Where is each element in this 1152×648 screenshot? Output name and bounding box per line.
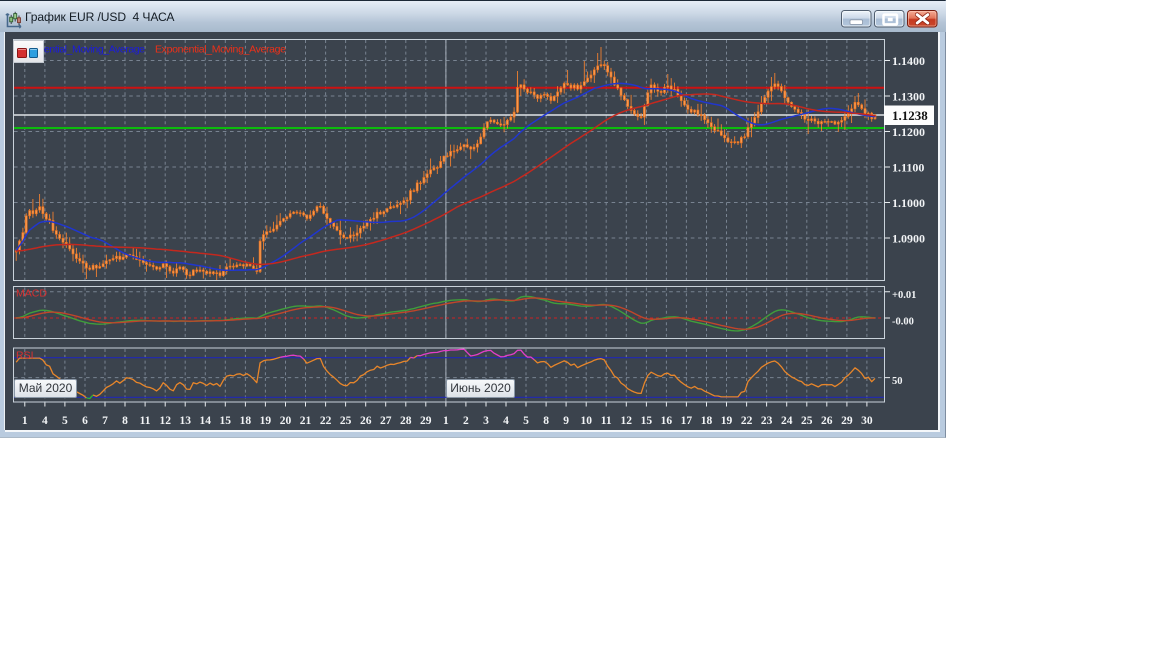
svg-text:6: 6 (82, 415, 88, 427)
svg-text:3: 3 (483, 415, 489, 427)
svg-text:18: 18 (240, 415, 252, 427)
svg-text:22: 22 (741, 415, 753, 427)
svg-text:26: 26 (821, 415, 833, 427)
svg-text:15: 15 (220, 415, 232, 427)
svg-text:Exponential_Moving_Average: Exponential_Moving_Average (155, 43, 286, 55)
svg-text:ential_Moving_Average: ential_Moving_Average (44, 43, 145, 55)
svg-text:1.1300: 1.1300 (892, 89, 925, 103)
svg-text:1.1400: 1.1400 (892, 54, 925, 68)
svg-text:5: 5 (523, 415, 529, 427)
svg-text:7: 7 (102, 415, 108, 427)
svg-text:29: 29 (420, 415, 432, 427)
svg-text:1.1000: 1.1000 (892, 196, 925, 210)
svg-text:+0.01: +0.01 (892, 290, 916, 301)
svg-text:12: 12 (159, 415, 171, 427)
svg-text:17: 17 (681, 415, 693, 427)
svg-text:1: 1 (22, 415, 28, 427)
svg-text:22: 22 (320, 415, 332, 427)
svg-text:9: 9 (563, 415, 569, 427)
svg-text:25: 25 (801, 415, 813, 427)
svg-text:28: 28 (400, 415, 412, 427)
svg-text:4: 4 (503, 415, 509, 427)
svg-text:29: 29 (841, 415, 853, 427)
svg-text:27: 27 (380, 415, 392, 427)
svg-text:11: 11 (140, 415, 151, 427)
svg-text:4: 4 (42, 415, 48, 427)
svg-text:12: 12 (621, 415, 633, 427)
svg-text:19: 19 (721, 415, 733, 427)
svg-text:24: 24 (781, 415, 793, 427)
svg-text:2: 2 (463, 415, 469, 427)
svg-text:25: 25 (340, 415, 352, 427)
svg-text:16: 16 (661, 415, 673, 427)
svg-text:30: 30 (861, 415, 873, 427)
svg-text:14: 14 (200, 415, 212, 427)
svg-text:21: 21 (300, 415, 312, 427)
svg-text:1.0900: 1.0900 (892, 231, 925, 245)
svg-text:11: 11 (601, 415, 612, 427)
svg-text:19: 19 (260, 415, 272, 427)
svg-text:-0.00: -0.00 (892, 316, 914, 327)
svg-text:10: 10 (580, 415, 592, 427)
svg-text:18: 18 (701, 415, 713, 427)
svg-text:8: 8 (543, 415, 549, 427)
svg-text:1: 1 (443, 415, 449, 427)
svg-text:26: 26 (360, 415, 372, 427)
svg-text:13: 13 (179, 415, 191, 427)
svg-text:1.1238: 1.1238 (892, 108, 928, 123)
svg-text:15: 15 (641, 415, 653, 427)
svg-text:8: 8 (122, 415, 128, 427)
svg-text:23: 23 (761, 415, 773, 427)
svg-text:20: 20 (280, 415, 292, 427)
svg-text:1.1100: 1.1100 (892, 160, 924, 174)
svg-text:1.1200: 1.1200 (892, 125, 925, 139)
svg-text:RSI: RSI (16, 350, 34, 362)
svg-text:5: 5 (62, 415, 68, 427)
svg-text:MACD: MACD (16, 288, 47, 300)
svg-text:50: 50 (892, 376, 903, 387)
